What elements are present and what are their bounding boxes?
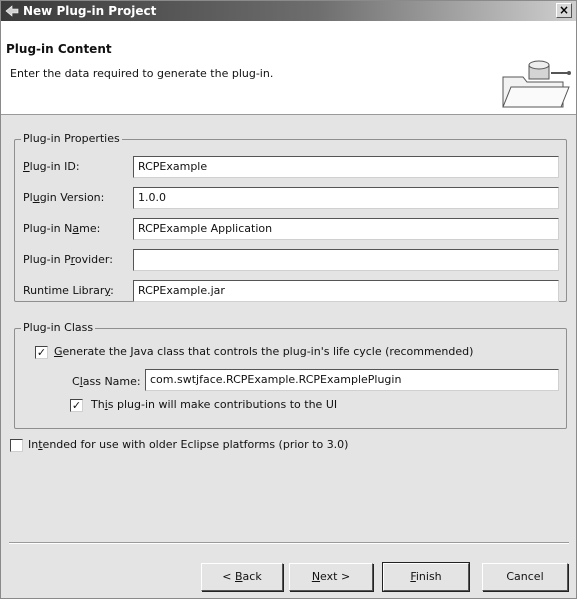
class-name-label: Class Name: (72, 375, 141, 388)
ui-contributions-checkbox[interactable]: ✓ (70, 399, 83, 412)
plugin-class-legend: Plug-in Class (21, 321, 96, 334)
plugin-provider-label: Plug-in Provider: (23, 253, 113, 266)
plugin-id-label: Plug-in ID: (23, 160, 80, 173)
title-bar[interactable]: New Plug-in Project × (1, 1, 576, 21)
page-description: Enter the data required to generate the … (10, 67, 274, 80)
folder-wizard-banner-icon (502, 60, 571, 108)
ui-contributions-label[interactable]: This plug-in will make contributions to … (91, 398, 337, 411)
plugin-properties-legend: Plug-in Properties (21, 132, 122, 145)
page-title: Plug-in Content (6, 42, 112, 56)
close-icon: × (558, 3, 570, 17)
legacy-eclipse-checkbox[interactable] (10, 439, 23, 452)
plugin-provider-field[interactable] (133, 249, 559, 271)
generate-class-checkbox[interactable]: ✓ (35, 346, 48, 359)
cancel-button[interactable]: Cancel (482, 563, 568, 591)
legacy-eclipse-label[interactable]: Intended for use with older Eclipse plat… (28, 438, 348, 451)
finish-button[interactable]: Finish (382, 562, 470, 592)
plugin-name-field[interactable]: RCPExample Application (133, 218, 559, 240)
plugin-version-field[interactable]: 1.0.0 (133, 187, 559, 209)
close-button[interactable]: × (556, 3, 572, 18)
button-bar-separator (9, 542, 569, 544)
class-name-field[interactable]: com.swtjface.RCPExample.RCPExamplePlugin (145, 369, 559, 391)
plugin-version-label: Plugin Version: (23, 191, 105, 204)
plugin-id-field[interactable]: RCPExample (133, 156, 559, 178)
window-title: New Plug-in Project (23, 4, 157, 18)
generate-class-label[interactable]: Generate the Java class that controls th… (54, 345, 473, 358)
next-button[interactable]: Next > (289, 563, 373, 591)
eclipse-window-icon (5, 5, 19, 17)
back-button[interactable]: < Back (201, 563, 283, 591)
wizard-header: Plug-in Content Enter the data required … (1, 21, 576, 115)
runtime-library-label: Runtime Library: (23, 284, 114, 297)
plugin-name-label: Plug-in Name: (23, 222, 101, 235)
runtime-library-field[interactable]: RCPExample.jar (133, 280, 559, 302)
new-plugin-project-dialog: New Plug-in Project × Plug-in Content En… (0, 0, 577, 599)
